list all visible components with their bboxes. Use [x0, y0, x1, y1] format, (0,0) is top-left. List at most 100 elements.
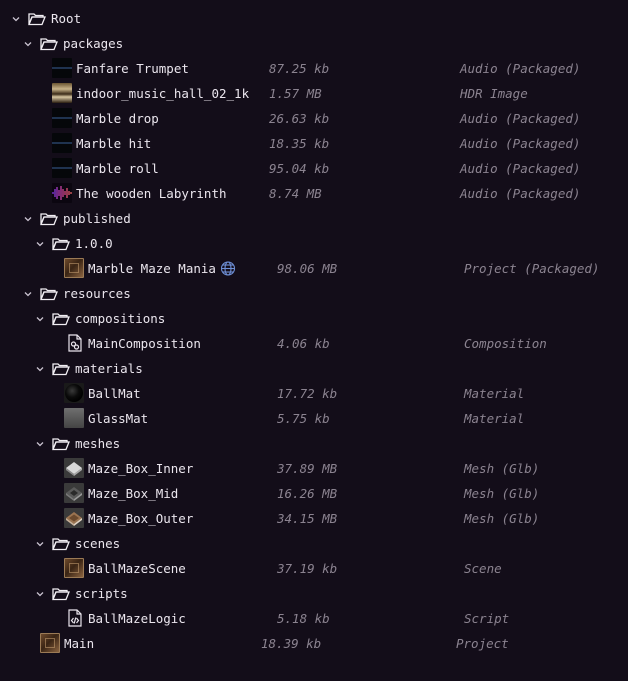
folder-label: resources — [63, 286, 131, 301]
asset-type: Audio (Packaged) — [460, 186, 581, 201]
tree-row-compositions[interactable]: compositions — [0, 306, 628, 331]
asset-size: 8.74 MB — [269, 186, 322, 201]
tree-row-glassmat[interactable]: GlassMat 5.75 kb Material — [0, 406, 628, 431]
folder-open-icon — [40, 281, 58, 306]
asset-type: Material — [464, 411, 525, 426]
asset-type: HDR Image — [460, 86, 528, 101]
tree-row-ball-maze-scene[interactable]: BallMazeScene 37.19 kb Scene — [0, 556, 628, 581]
tree-row-root[interactable]: Root — [0, 6, 628, 31]
asset-type: Project (Packaged) — [464, 261, 600, 276]
asset-type: Mesh (Glb) — [464, 511, 540, 526]
tree-row-scripts[interactable]: scripts — [0, 581, 628, 606]
audio-thumbnail-icon — [52, 158, 72, 178]
chevron-down-icon[interactable] — [34, 356, 46, 381]
asset-name: BallMat — [88, 386, 141, 401]
tree-row-scenes[interactable]: scenes — [0, 531, 628, 556]
project-thumbnail-icon — [64, 258, 84, 278]
asset-name: Marble Maze Mania — [88, 261, 216, 276]
composition-icon — [66, 333, 86, 353]
tree-row-published[interactable]: published — [0, 206, 628, 231]
audio-thumbnail-icon — [52, 108, 72, 128]
hdr-thumbnail-icon — [52, 83, 72, 103]
chevron-down-icon[interactable] — [10, 6, 22, 31]
project-thumbnail-icon — [40, 633, 60, 653]
audio-thumbnail-icon — [52, 133, 72, 153]
mesh-thumbnail-icon — [64, 508, 84, 528]
asset-name: Maze_Box_Outer — [88, 511, 194, 526]
folder-label: published — [63, 211, 131, 226]
tree-row-main[interactable]: Main 18.39 kb Project — [0, 631, 628, 656]
tree-row-indoor-music-hall[interactable]: indoor_music_hall_02_1k 1.57 MB HDR Imag… — [0, 81, 628, 106]
asset-type: Mesh (Glb) — [464, 461, 540, 476]
folder-label: materials — [75, 361, 143, 376]
tree-row-resources[interactable]: resources — [0, 281, 628, 306]
tree-row-fanfare-trumpet[interactable]: Fanfare Trumpet 87.25 kb Audio (Packaged… — [0, 56, 628, 81]
asset-size: 5.18 kb — [277, 611, 330, 626]
folder-open-icon — [40, 31, 58, 56]
folder-label: compositions — [75, 311, 166, 326]
asset-type: Scene — [464, 561, 502, 576]
asset-size: 18.35 kb — [269, 136, 330, 151]
tree-row-maze-box-inner[interactable]: Maze_Box_Inner 37.89 MB Mesh (Glb) — [0, 456, 628, 481]
tree-row-ball-maze-logic[interactable]: BallMazeLogic 5.18 kb Script — [0, 606, 628, 631]
asset-type: Mesh (Glb) — [464, 486, 540, 501]
asset-type: Audio (Packaged) — [460, 161, 581, 176]
folder-label: meshes — [75, 436, 121, 451]
asset-size: 34.15 MB — [277, 511, 338, 526]
asset-name: indoor_music_hall_02_1k — [76, 86, 250, 101]
asset-name: Maze_Box_Inner — [88, 461, 194, 476]
asset-type: Audio (Packaged) — [460, 136, 581, 151]
tree-row-meshes[interactable]: meshes — [0, 431, 628, 456]
mesh-thumbnail-icon — [64, 458, 84, 478]
chevron-down-icon[interactable] — [34, 581, 46, 606]
asset-name: Maze_Box_Mid — [88, 486, 179, 501]
tree-row-maze-box-mid[interactable]: Maze_Box_Mid 16.26 MB Mesh (Glb) — [0, 481, 628, 506]
chevron-down-icon[interactable] — [22, 206, 34, 231]
chevron-down-icon[interactable] — [34, 431, 46, 456]
ball-material-thumbnail-icon — [64, 383, 84, 403]
asset-name: Fanfare Trumpet — [76, 61, 189, 76]
tree-row-marble-drop[interactable]: Marble drop 26.63 kb Audio (Packaged) — [0, 106, 628, 131]
asset-type: Script — [464, 611, 510, 626]
tree-row-materials[interactable]: materials — [0, 356, 628, 381]
folder-label: 1.0.0 — [75, 236, 113, 251]
folder-open-icon — [52, 356, 70, 381]
folder-open-icon — [52, 581, 70, 606]
scene-thumbnail-icon — [64, 558, 84, 578]
tree-row-marble-hit[interactable]: Marble hit 18.35 kb Audio (Packaged) — [0, 131, 628, 156]
tree-row-wooden-labyrinth[interactable]: The wooden Labyrinth 8.74 MB Audio (Pack… — [0, 181, 628, 206]
glass-material-thumbnail-icon — [64, 408, 84, 428]
asset-type: Material — [464, 386, 525, 401]
asset-name: GlassMat — [88, 411, 149, 426]
folder-open-icon — [52, 231, 70, 256]
asset-size: 5.75 kb — [277, 411, 330, 426]
asset-type: Project — [456, 636, 509, 651]
asset-size: 37.89 MB — [277, 461, 338, 476]
tree-row-main-composition[interactable]: MainComposition 4.06 kb Composition — [0, 331, 628, 356]
folder-label: scenes — [75, 536, 121, 551]
tree-row-packages[interactable]: packages — [0, 31, 628, 56]
chevron-down-icon[interactable] — [22, 281, 34, 306]
asset-size: 37.19 kb — [277, 561, 338, 576]
asset-size: 95.04 kb — [269, 161, 330, 176]
chevron-down-icon[interactable] — [22, 31, 34, 56]
script-icon — [66, 608, 86, 628]
asset-size: 4.06 kb — [277, 336, 330, 351]
asset-name: Marble drop — [76, 111, 159, 126]
folder-open-icon — [52, 531, 70, 556]
chevron-down-icon[interactable] — [34, 231, 46, 256]
tree-row-marble-roll[interactable]: Marble roll 95.04 kb Audio (Packaged) — [0, 156, 628, 181]
tree-row-maze-box-outer[interactable]: Maze_Box_Outer 34.15 MB Mesh (Glb) — [0, 506, 628, 531]
asset-name: BallMazeLogic — [88, 611, 186, 626]
tree-row-marble-maze-mania[interactable]: Marble Maze Mania 98.06 MB Project (Pack… — [0, 256, 628, 281]
tree-row-ballmat[interactable]: BallMat 17.72 kb Material — [0, 381, 628, 406]
chevron-down-icon[interactable] — [34, 531, 46, 556]
folder-open-icon — [40, 206, 58, 231]
tree-row-version[interactable]: 1.0.0 — [0, 231, 628, 256]
asset-name: Main — [64, 636, 95, 651]
mesh-thumbnail-icon — [64, 483, 84, 503]
asset-type: Audio (Packaged) — [460, 61, 581, 76]
chevron-down-icon[interactable] — [34, 306, 46, 331]
asset-size: 26.63 kb — [269, 111, 330, 126]
asset-size: 16.26 MB — [277, 486, 338, 501]
